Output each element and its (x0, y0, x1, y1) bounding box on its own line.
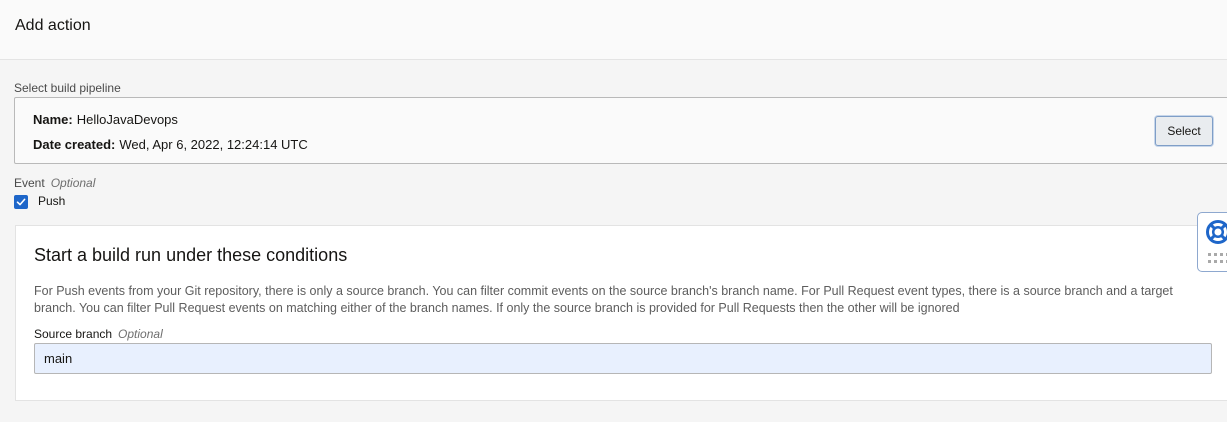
source-branch-input[interactable] (34, 343, 1212, 374)
select-pipeline-label: Select build pipeline (14, 81, 121, 95)
event-optional-hint: Optional (50, 176, 96, 190)
pipeline-name-value: HelloJavaDevops (76, 112, 178, 127)
event-label: Event Optional (14, 176, 95, 190)
pipeline-name-key: Name: (33, 112, 73, 127)
event-label-text: Event (14, 176, 45, 190)
conditions-title: Start a build run under these conditions (34, 245, 348, 265)
drag-dots-icon[interactable] (1208, 253, 1227, 267)
push-checkbox[interactable] (14, 195, 28, 209)
pipeline-name-row: Name: HelloJavaDevops (33, 112, 178, 127)
checkmark-icon (16, 198, 26, 206)
page-header: Add action (0, 0, 1227, 60)
lifebuoy-icon[interactable] (1205, 219, 1227, 245)
source-branch-optional-hint: Optional (118, 327, 163, 341)
pipeline-date-row: Date created: Wed, Apr 6, 2022, 12:24:14 … (33, 137, 308, 152)
select-pipeline-button[interactable]: Select (1155, 116, 1213, 146)
source-branch-label-text: Source branch (34, 327, 113, 341)
pipeline-date-value: Wed, Apr 6, 2022, 12:24:14 UTC (119, 137, 308, 152)
help-widget[interactable] (1197, 212, 1227, 272)
pipeline-summary-box: Name: HelloJavaDevops Date created: Wed, A… (14, 97, 1227, 164)
page-title: Add action (15, 17, 91, 34)
push-checkbox-label[interactable]: Push (38, 194, 65, 208)
conditions-card: Start a build run under these conditions… (15, 225, 1227, 401)
source-branch-label: Source branch Optional (34, 327, 163, 341)
conditions-description: For Push events from your Git repository… (34, 284, 1173, 315)
pipeline-date-key: Date created: (33, 137, 116, 152)
